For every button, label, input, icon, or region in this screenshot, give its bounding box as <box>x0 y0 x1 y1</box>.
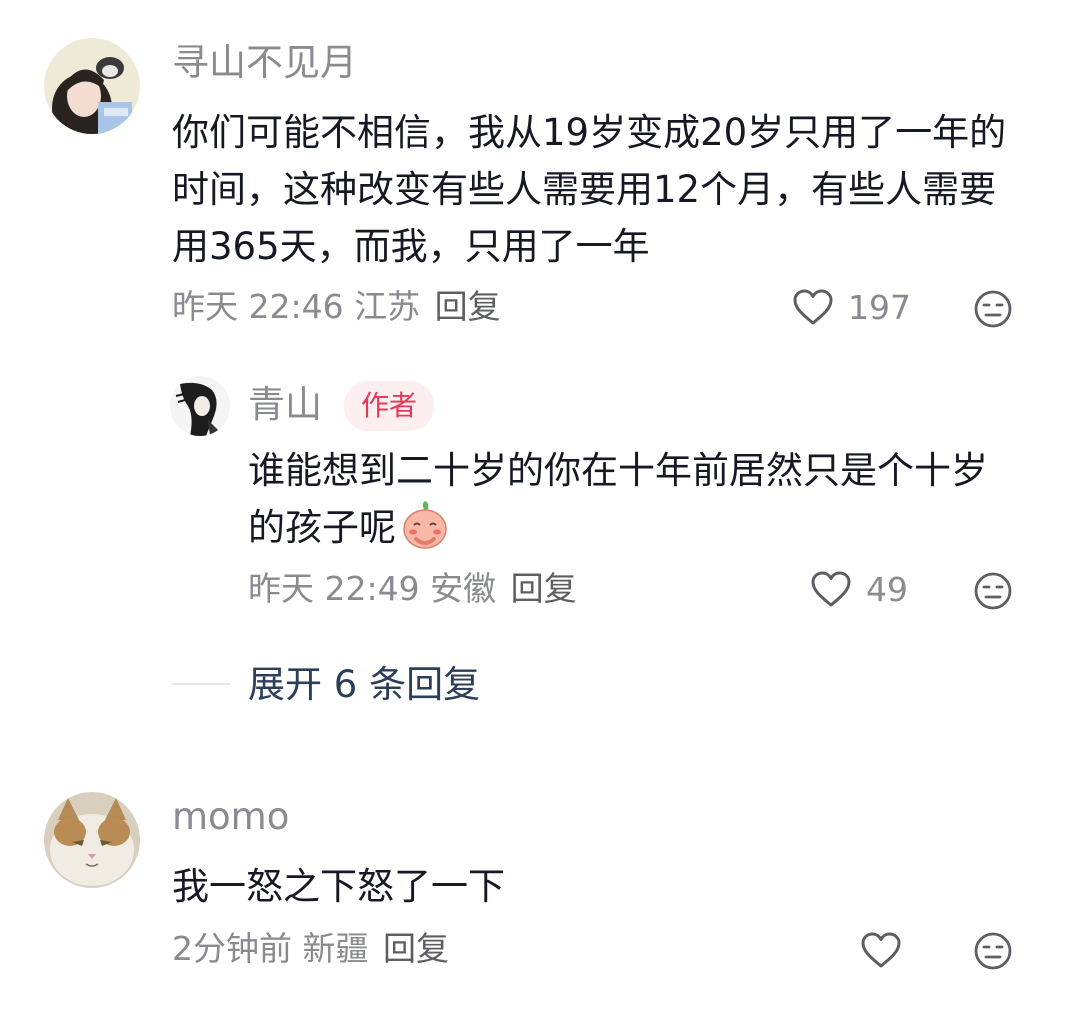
reply-like-count: 49 <box>866 569 908 609</box>
comment-text: 我一怒之下怒了一下 <box>172 865 505 908</box>
dislike-face-icon[interactable] <box>973 931 1013 971</box>
comment-location: 新疆 <box>302 929 369 968</box>
reply-user-avatar[interactable] <box>170 376 230 436</box>
ink-drawn-swordsman-avatar-icon <box>170 376 230 436</box>
comment-time: 昨天 22:46 <box>172 287 344 326</box>
dislike-face-icon[interactable] <box>973 571 1013 611</box>
reply-meta: 昨天 22:49 安徽 回复 <box>248 572 577 605</box>
blushing-peach-emoji-icon <box>403 500 447 549</box>
author-badge: 作者 <box>344 381 435 431</box>
heart-icon <box>861 932 901 968</box>
fluffy-cat-avatar-icon <box>44 792 140 888</box>
heart-icon <box>793 289 833 325</box>
user-avatar[interactable] <box>44 792 140 888</box>
comment-time: 2分钟前 <box>172 929 292 968</box>
girl-with-cat-avatar-icon <box>44 38 140 134</box>
comment-meta: 2分钟前 新疆 回复 <box>172 932 449 965</box>
reply-button[interactable]: 回复 <box>435 287 501 326</box>
reply-time: 昨天 22:49 <box>248 569 420 608</box>
comment-meta: 昨天 22:46 江苏 回复 <box>172 290 501 323</box>
comment-text: 你们可能不相信，我从19岁变成20岁只用了一年的时间，这种改变有些人需要用12个… <box>172 111 1007 268</box>
reply-text-body: 谁能想到二十岁的你在十年前居然只是个十岁的孩子呢 <box>248 449 988 549</box>
user-avatar[interactable] <box>44 38 140 134</box>
reply-location: 安徽 <box>430 569 497 608</box>
comment-username[interactable]: momo <box>172 798 289 835</box>
expand-replies-button[interactable]: 展开 6 条回复 <box>248 666 480 703</box>
like-button[interactable]: 197 <box>792 288 911 326</box>
reply-username[interactable]: 青山 <box>248 386 322 423</box>
comment-username[interactable]: 寻山不见月 <box>172 44 357 81</box>
reply-like-button[interactable]: 49 <box>810 570 908 608</box>
expand-divider <box>172 683 230 685</box>
like-count: 197 <box>848 287 911 327</box>
reply-button[interactable]: 回复 <box>383 929 449 968</box>
dislike-face-icon[interactable] <box>973 289 1013 329</box>
heart-icon <box>811 571 851 607</box>
reply-reply-button[interactable]: 回复 <box>511 569 577 608</box>
comment-location: 江苏 <box>354 287 421 326</box>
reply-text: 谁能想到二十岁的你在十年前居然只是个十岁的孩子呢 <box>248 442 1023 556</box>
like-button[interactable] <box>860 931 902 969</box>
